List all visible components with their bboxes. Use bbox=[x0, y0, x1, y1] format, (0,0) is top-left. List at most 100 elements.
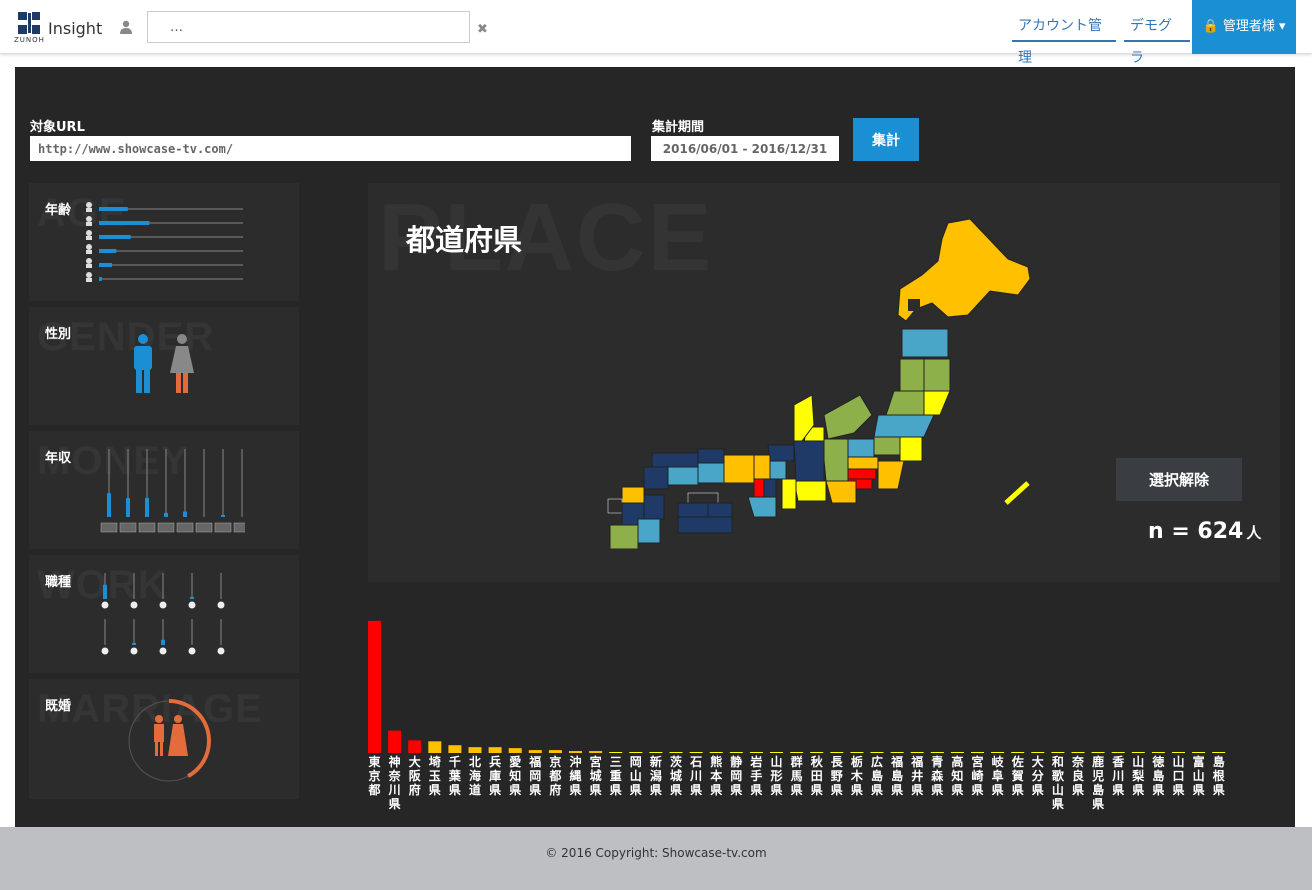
prefecture-bar[interactable] bbox=[1212, 752, 1226, 753]
clear-search-icon[interactable]: ✖ bbox=[477, 22, 488, 37]
map-region-ehime[interactable] bbox=[677, 502, 709, 518]
prefecture-bar[interactable] bbox=[508, 748, 522, 753]
gender-card[interactable]: GENDER 性別 bbox=[29, 307, 299, 425]
prefecture-bar[interactable] bbox=[569, 751, 582, 753]
nav-demographics[interactable]: デモグラ bbox=[1124, 10, 1190, 66]
map-region-okinawa[interactable] bbox=[1004, 481, 1030, 505]
map-region-kagawa[interactable] bbox=[687, 492, 719, 504]
aggregate-button[interactable]: 集計 bbox=[853, 118, 919, 161]
map-region-tottori[interactable] bbox=[697, 448, 725, 464]
income-bracket-icon[interactable] bbox=[119, 522, 137, 533]
age-row[interactable] bbox=[86, 258, 243, 268]
income-bracket-icon[interactable] bbox=[195, 522, 213, 533]
prefecture-bar[interactable] bbox=[408, 740, 422, 753]
age-row[interactable] bbox=[86, 272, 243, 282]
male-icon[interactable] bbox=[131, 333, 155, 393]
occupation-icon[interactable] bbox=[101, 647, 109, 655]
prefecture-bar[interactable] bbox=[1131, 752, 1145, 753]
prefecture-bar[interactable] bbox=[770, 752, 783, 753]
income-bracket-icon[interactable] bbox=[233, 522, 245, 533]
prefecture-bar[interactable] bbox=[830, 752, 844, 753]
prefecture-bar[interactable] bbox=[910, 752, 924, 753]
map-region-tochigi[interactable] bbox=[873, 436, 901, 456]
age-card[interactable]: AGE 年齢 bbox=[29, 183, 299, 301]
prefecture-bar[interactable] bbox=[790, 752, 804, 753]
prefecture-bar[interactable] bbox=[669, 752, 683, 753]
brand-name[interactable]: Insight bbox=[48, 19, 102, 38]
map-region-mie[interactable] bbox=[781, 478, 797, 510]
prefecture-bar[interactable] bbox=[388, 730, 402, 753]
map-region-fukuoka[interactable] bbox=[621, 486, 645, 504]
admin-menu-button[interactable]: 🔒 管理者様 ▾ bbox=[1192, 0, 1296, 54]
map-region-aichi[interactable] bbox=[793, 480, 827, 502]
clear-selection-button[interactable]: 選択解除 bbox=[1116, 458, 1242, 501]
prefecture-bar[interactable] bbox=[448, 745, 462, 753]
map-region-shiga[interactable] bbox=[769, 460, 787, 480]
prefecture-bar[interactable] bbox=[1151, 752, 1165, 753]
prefecture-bar[interactable] bbox=[1051, 752, 1065, 753]
map-region-shizuoka[interactable] bbox=[825, 480, 857, 504]
map-region-nagano[interactable] bbox=[821, 438, 849, 482]
income-card[interactable]: MONEY 年収 bbox=[29, 431, 299, 549]
prefecture-bar[interactable] bbox=[1031, 752, 1045, 753]
japan-map[interactable] bbox=[598, 219, 1048, 549]
map-region-fukushima[interactable] bbox=[873, 414, 935, 438]
map-region-hyogo[interactable] bbox=[723, 454, 755, 484]
map-region-yamaguchi[interactable] bbox=[643, 466, 669, 490]
map-region-wakayama[interactable] bbox=[747, 496, 777, 518]
age-row[interactable] bbox=[86, 216, 243, 226]
age-row[interactable] bbox=[86, 244, 243, 254]
income-bracket-icon[interactable] bbox=[176, 522, 194, 533]
prefecture-bar[interactable] bbox=[930, 752, 944, 753]
map-region-niigata[interactable] bbox=[823, 394, 873, 440]
map-region-aomori[interactable] bbox=[901, 328, 949, 358]
prefecture-bar[interactable] bbox=[870, 752, 884, 753]
prefecture-bar[interactable] bbox=[548, 750, 562, 753]
map-region-tokyo[interactable] bbox=[847, 468, 877, 480]
map-region-saga[interactable] bbox=[607, 498, 623, 514]
map-region-akita[interactable] bbox=[899, 358, 925, 392]
occupation-icon[interactable] bbox=[188, 601, 196, 609]
map-region-osaka[interactable] bbox=[753, 478, 765, 498]
occupation-icon[interactable] bbox=[101, 601, 109, 609]
map-region-shimane[interactable] bbox=[651, 452, 699, 468]
map-region-yamagata[interactable] bbox=[885, 390, 925, 416]
prefecture-bar[interactable] bbox=[468, 747, 482, 753]
map-region-hiroshima[interactable] bbox=[667, 466, 699, 486]
map-region-oita[interactable] bbox=[643, 494, 665, 520]
map-region-kagoshima[interactable] bbox=[609, 524, 639, 549]
map-region-chiba[interactable] bbox=[877, 460, 905, 490]
female-icon[interactable] bbox=[169, 333, 195, 393]
income-bracket-icon[interactable] bbox=[214, 522, 232, 533]
income-bracket-icon[interactable] bbox=[100, 522, 118, 533]
prefecture-bar[interactable] bbox=[950, 752, 964, 753]
prefecture-bar[interactable] bbox=[1091, 752, 1105, 753]
map-region-fukui[interactable] bbox=[767, 444, 795, 462]
prefecture-bar[interactable] bbox=[749, 752, 763, 753]
prefecture-bar[interactable] bbox=[729, 752, 743, 753]
prefecture-bar[interactable] bbox=[528, 750, 542, 753]
prefecture-bar[interactable] bbox=[1192, 752, 1206, 753]
map-region-iwate[interactable] bbox=[923, 358, 951, 392]
url-input[interactable] bbox=[30, 136, 631, 161]
prefecture-bar[interactable] bbox=[810, 752, 824, 753]
occupation-icon[interactable] bbox=[130, 601, 138, 609]
map-region-miyazaki[interactable] bbox=[637, 518, 661, 544]
prefecture-bar[interactable] bbox=[629, 752, 643, 753]
age-row[interactable] bbox=[86, 230, 243, 240]
nav-account-management[interactable]: アカウント管理 bbox=[1012, 10, 1116, 66]
prefecture-bar[interactable] bbox=[689, 752, 703, 753]
map-region-okayama[interactable] bbox=[697, 462, 725, 484]
map-region-tokushima[interactable] bbox=[707, 502, 733, 518]
marriage-card[interactable]: MARRIAGE 既婚 bbox=[29, 679, 299, 799]
prefecture-bar[interactable] bbox=[1172, 752, 1185, 753]
map-region-gifu[interactable] bbox=[793, 440, 825, 482]
income-bracket-icon[interactable] bbox=[157, 522, 175, 533]
prefecture-bar[interactable] bbox=[890, 752, 904, 753]
prefecture-bar[interactable] bbox=[589, 751, 603, 753]
prefecture-bar[interactable] bbox=[1111, 752, 1125, 753]
prefecture-bar[interactable] bbox=[609, 752, 623, 753]
income-bracket-icon[interactable] bbox=[138, 522, 156, 533]
occupation-icon[interactable] bbox=[217, 601, 225, 609]
occupation-icon[interactable] bbox=[159, 647, 167, 655]
